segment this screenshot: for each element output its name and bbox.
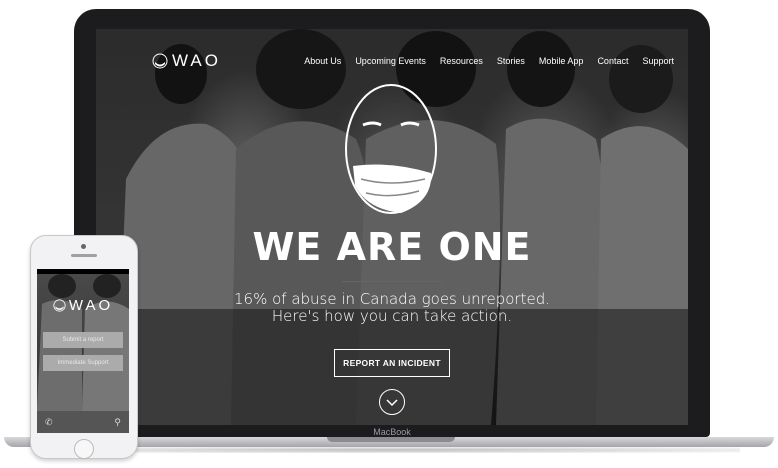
- phone-immediate-support-button[interactable]: Immediate Support: [43, 355, 123, 371]
- phone-camera: [81, 244, 86, 249]
- website-screen: WAO About Us Upcoming Events Resources S…: [96, 29, 688, 425]
- main-nav: About Us Upcoming Events Resources Stori…: [304, 56, 674, 66]
- phone-bottom-bar: ✆ ⚲: [37, 411, 129, 433]
- logo-face-icon: [53, 299, 66, 312]
- phone-submit-report-button[interactable]: Submit a report: [43, 332, 123, 348]
- logo-face-icon: [152, 53, 168, 69]
- phone-home-button[interactable]: [74, 439, 94, 459]
- hero-subtitle-line2: Here's how you can take action.: [271, 307, 513, 325]
- location-pin-icon[interactable]: ⚲: [114, 417, 121, 428]
- nav-support[interactable]: Support: [642, 56, 674, 66]
- phone-icon[interactable]: ✆: [45, 417, 53, 428]
- hero-title: WE ARE ONE: [252, 225, 532, 269]
- nav-mobile-app[interactable]: Mobile App: [539, 56, 584, 66]
- phone-logo-text: WAO: [68, 297, 114, 314]
- hero-face-illustration: [345, 84, 437, 214]
- nav-contact[interactable]: Contact: [597, 56, 628, 66]
- nav-upcoming-events[interactable]: Upcoming Events: [355, 56, 426, 66]
- phone-logo[interactable]: WAO: [37, 297, 129, 314]
- chevron-down-icon: [386, 399, 398, 407]
- logo-text: WAO: [172, 51, 221, 70]
- nav-stories[interactable]: Stories: [497, 56, 525, 66]
- phone-speaker: [71, 254, 97, 257]
- hero-divider: [342, 281, 442, 282]
- laptop-shadow: [40, 447, 740, 453]
- site-logo[interactable]: WAO: [152, 51, 221, 71]
- phone-screen: WAO Submit a report Immediate Support ✆ …: [37, 269, 129, 433]
- hero-subtitle: 16% of abuse in Canada goes unreported. …: [96, 291, 688, 325]
- scroll-down-button[interactable]: [379, 389, 405, 415]
- nav-resources[interactable]: Resources: [440, 56, 483, 66]
- phone-frame: WAO Submit a report Immediate Support ✆ …: [30, 235, 138, 459]
- hero-subtitle-line1: 16% of abuse in Canada goes unreported.: [234, 290, 550, 308]
- laptop-notch: [327, 437, 455, 442]
- nav-about-us[interactable]: About Us: [304, 56, 341, 66]
- report-incident-button[interactable]: REPORT AN INCIDENT: [334, 349, 450, 377]
